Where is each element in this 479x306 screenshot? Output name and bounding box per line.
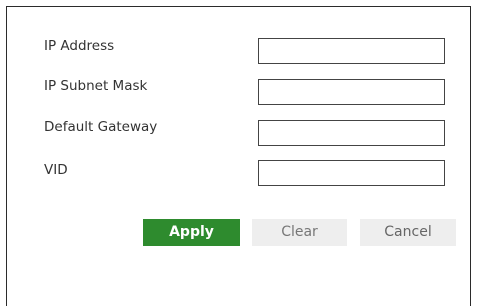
default-gateway-label: Default Gateway <box>44 119 158 135</box>
ip-subnet-mask-input[interactable] <box>258 79 445 105</box>
settings-dialog: IP Address IP Subnet Mask Default Gatewa… <box>6 6 471 306</box>
ip-address-input[interactable] <box>258 38 445 64</box>
vid-label: VID <box>44 162 68 178</box>
ip-subnet-mask-row: IP Subnet Mask <box>7 78 470 109</box>
clear-button[interactable]: Clear <box>252 219 347 246</box>
default-gateway-row: Default Gateway <box>7 119 470 150</box>
ip-address-row: IP Address <box>7 38 470 68</box>
cancel-button[interactable]: Cancel <box>360 219 456 246</box>
ip-address-label: IP Address <box>44 38 115 54</box>
vid-row: VID <box>7 160 470 190</box>
vid-input[interactable] <box>258 160 445 186</box>
apply-button[interactable]: Apply <box>143 219 240 246</box>
default-gateway-input[interactable] <box>258 120 445 146</box>
ip-subnet-mask-label: IP Subnet Mask <box>44 78 148 94</box>
